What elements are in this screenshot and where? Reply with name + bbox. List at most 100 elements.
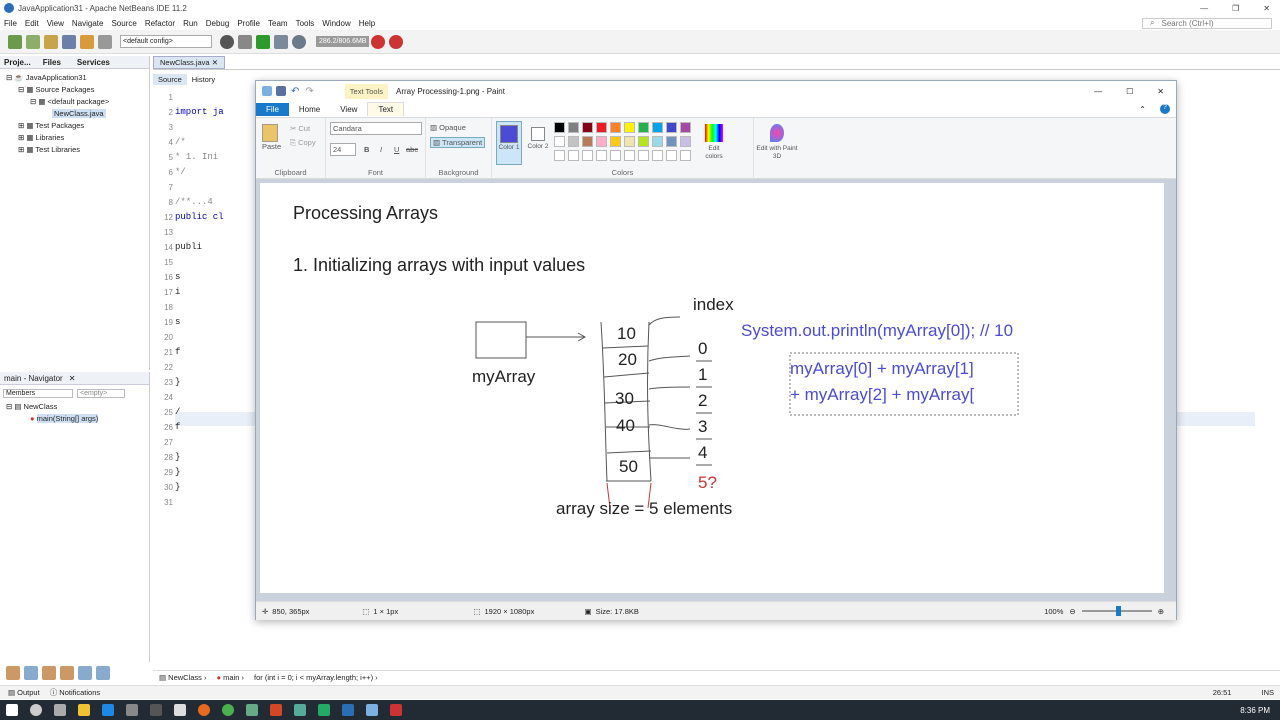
- tab-view[interactable]: View: [330, 103, 367, 116]
- open-project-icon[interactable]: [44, 34, 58, 49]
- code-line[interactable]: public cl: [175, 210, 260, 225]
- clean-build-icon[interactable]: [238, 34, 252, 49]
- custom-color-swatch[interactable]: [610, 150, 621, 161]
- close-icon[interactable]: ✕: [1157, 87, 1164, 96]
- code-line[interactable]: [175, 225, 260, 240]
- filter-inherited-icon[interactable]: [78, 666, 92, 680]
- transparent-button[interactable]: ▨ Transparent: [430, 137, 486, 148]
- zoom-slider-thumb[interactable]: [1115, 606, 1121, 616]
- gc-icon[interactable]: [371, 34, 386, 49]
- chrome-icon[interactable]: [222, 704, 234, 716]
- menu-debug[interactable]: Debug: [206, 19, 230, 28]
- help-icon[interactable]: ?: [1160, 104, 1170, 114]
- tree-item-test-packages[interactable]: ⊞ ▦ Test Packages: [0, 120, 149, 132]
- custom-color-swatch[interactable]: [554, 150, 565, 161]
- breadcrumb-loop[interactable]: for (int i = 0; i < myArray.length; i++)…: [254, 673, 378, 682]
- color-swatch[interactable]: [666, 136, 677, 147]
- menu-refactor[interactable]: Refactor: [145, 19, 175, 28]
- close-icon[interactable]: ✕: [1263, 4, 1270, 13]
- tree-item-newclass[interactable]: NewClass.java: [0, 108, 149, 120]
- output-button[interactable]: ▤ Output: [8, 688, 40, 697]
- search-icon[interactable]: [30, 704, 42, 716]
- code-line[interactable]: }: [175, 375, 260, 390]
- code-line[interactable]: /**...4: [175, 195, 260, 210]
- color-swatch[interactable]: [568, 122, 579, 133]
- copy-button[interactable]: ⎘ Copy: [290, 138, 316, 148]
- netbeans-icon[interactable]: [342, 704, 354, 716]
- breadcrumb-class[interactable]: ▤ NewClass ›: [159, 673, 207, 682]
- menu-view[interactable]: View: [47, 19, 64, 28]
- color-swatch[interactable]: [610, 122, 621, 133]
- notifications-button[interactable]: ⓘ Notifications: [50, 687, 100, 698]
- tab-home[interactable]: Home: [289, 103, 330, 116]
- profile-icon[interactable]: [292, 34, 306, 49]
- menu-navigate[interactable]: Navigate: [72, 19, 104, 28]
- code-line[interactable]: */: [175, 165, 260, 180]
- new-file-icon[interactable]: [26, 34, 40, 49]
- file-explorer-icon[interactable]: [78, 704, 90, 716]
- color-swatch[interactable]: [568, 136, 579, 147]
- color-swatch[interactable]: [610, 136, 621, 147]
- color-swatch[interactable]: [554, 136, 565, 147]
- filter-fields-icon[interactable]: [6, 666, 20, 680]
- color2-button[interactable]: Color 2: [526, 121, 550, 165]
- navigator-title[interactable]: main - Navigator: [4, 374, 63, 383]
- color-swatch[interactable]: [596, 122, 607, 133]
- run-icon[interactable]: [256, 34, 270, 49]
- app-icon[interactable]: [294, 704, 306, 716]
- search-field[interactable]: ⌕ Search (Ctrl+I): [1142, 17, 1272, 29]
- tree-item-libraries[interactable]: ⊞ ▦ Libraries: [0, 132, 149, 144]
- minimize-icon[interactable]: —: [1094, 87, 1102, 96]
- font-size-select[interactable]: 24: [330, 143, 356, 156]
- code-line[interactable]: [175, 360, 260, 375]
- redo-icon[interactable]: [98, 34, 112, 49]
- cut-button[interactable]: ✂ Cut: [290, 124, 310, 133]
- code-line[interactable]: /: [175, 405, 260, 420]
- save-icon[interactable]: [276, 86, 286, 96]
- restore-icon[interactable]: ❐: [1232, 4, 1239, 13]
- edge-icon[interactable]: [102, 704, 114, 716]
- filter-inner-icon[interactable]: [42, 666, 56, 680]
- code-line[interactable]: }: [175, 480, 260, 495]
- tree-item-test-libraries[interactable]: ⊞ ▦ Test Libraries: [0, 144, 149, 156]
- menu-run[interactable]: Run: [183, 19, 198, 28]
- memory-indicator[interactable]: 286.2/806.6MB: [316, 36, 370, 47]
- tab-file[interactable]: File: [256, 102, 289, 116]
- tab-source[interactable]: Source: [153, 73, 187, 85]
- color-swatch[interactable]: [596, 136, 607, 147]
- close-icon[interactable]: ✕: [69, 374, 76, 383]
- code-line[interactable]: * 1. Ini: [175, 150, 260, 165]
- custom-color-swatch[interactable]: [624, 150, 635, 161]
- nav-item-main[interactable]: ● main(String[] args): [0, 413, 149, 425]
- custom-color-swatch[interactable]: [652, 150, 663, 161]
- build-icon[interactable]: [220, 34, 234, 49]
- font-family-select[interactable]: Candara: [330, 122, 422, 135]
- breadcrumb-method[interactable]: ● main ›: [217, 673, 244, 682]
- code-line[interactable]: [175, 180, 260, 195]
- tab-newclass[interactable]: NewClass.java ✕: [153, 56, 225, 69]
- code-line[interactable]: import ja: [175, 105, 260, 120]
- sort-icon[interactable]: [96, 666, 110, 680]
- debug-icon[interactable]: [274, 34, 288, 49]
- terminal-icon[interactable]: [150, 704, 162, 716]
- close-icon[interactable]: ✕: [212, 58, 218, 67]
- maximize-icon[interactable]: ☐: [1126, 87, 1133, 96]
- code-line[interactable]: /*: [175, 135, 260, 150]
- color-swatch[interactable]: [582, 122, 593, 133]
- nav-item-class[interactable]: ⊟ ▤ NewClass: [0, 401, 149, 413]
- media-icon[interactable]: [126, 704, 138, 716]
- code-line[interactable]: [175, 300, 260, 315]
- new-project-icon[interactable]: [8, 34, 22, 49]
- code-line[interactable]: f: [175, 345, 260, 360]
- powerpoint-icon[interactable]: [270, 704, 282, 716]
- collapse-ribbon-icon[interactable]: ⌃: [1129, 103, 1156, 116]
- strikethrough-button[interactable]: abc: [406, 145, 418, 154]
- opaque-button[interactable]: ▨ Opaque: [430, 123, 466, 132]
- undo-icon[interactable]: [80, 34, 94, 49]
- start-icon[interactable]: [6, 704, 18, 716]
- color-swatch[interactable]: [638, 122, 649, 133]
- save-all-icon[interactable]: [62, 34, 76, 49]
- italic-button[interactable]: I: [380, 145, 382, 154]
- color-swatch[interactable]: [680, 136, 691, 147]
- empty-select[interactable]: <empty>: [77, 388, 125, 398]
